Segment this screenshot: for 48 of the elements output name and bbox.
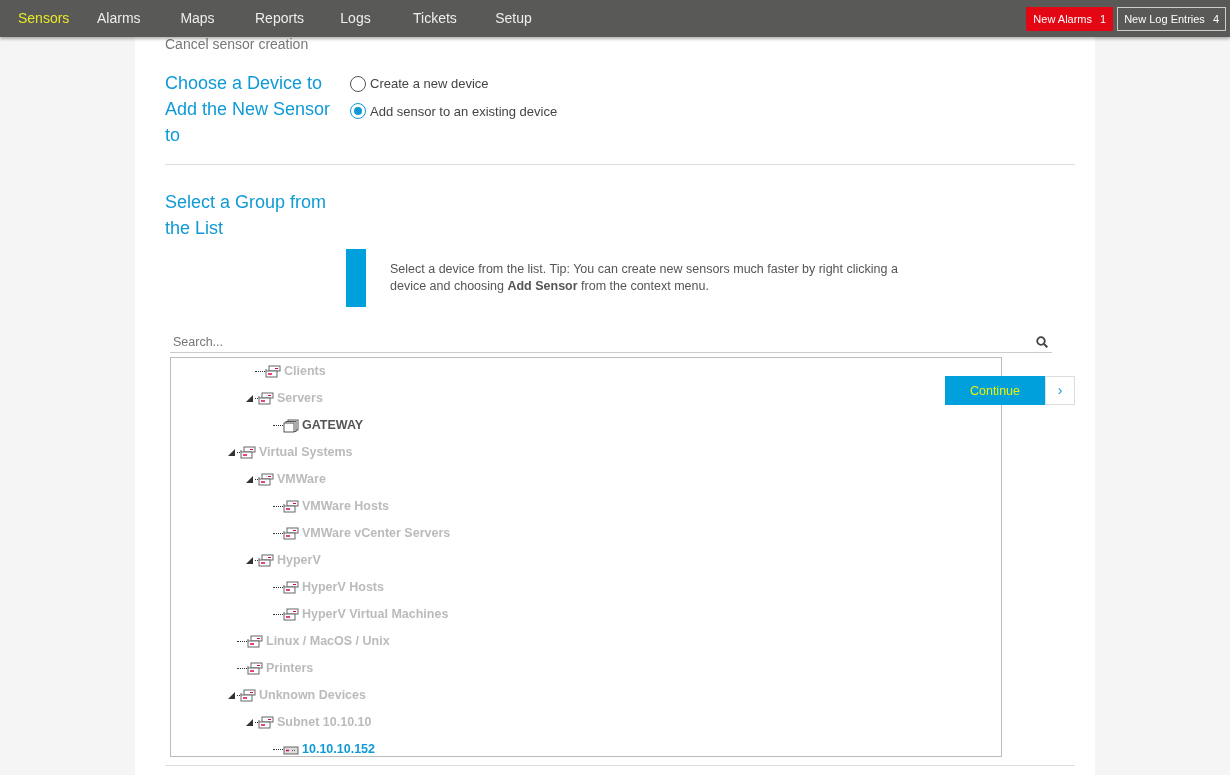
device-group-icon [240, 688, 256, 703]
option-label[interactable]: Create a new device [370, 74, 489, 94]
device-group-icon [240, 445, 256, 460]
tree-item[interactable]: HyperV Hosts [302, 578, 384, 597]
tree-item[interactable]: HyperV Virtual Machines [302, 605, 449, 624]
search-field[interactable]: Search... [170, 331, 1052, 353]
device-group-icon [283, 607, 299, 622]
device-group-icon [258, 391, 274, 406]
nav-tab[interactable]: Alarms [79, 8, 158, 29]
search-icon [1036, 336, 1048, 348]
device-group-icon [247, 661, 263, 676]
tree-item[interactable]: VMWare [277, 470, 326, 489]
tree-item[interactable]: Virtual Systems [259, 443, 353, 462]
tip-marker [346, 249, 366, 307]
nav-tab[interactable]: Logs [316, 8, 395, 29]
tree-item[interactable]: VMWare Hosts [302, 497, 390, 516]
device-group-icon [258, 472, 274, 487]
probe-icon [283, 418, 299, 433]
tree-item[interactable]: HyperV [277, 551, 321, 570]
tree-item[interactable]: GATEWAY [302, 416, 364, 435]
section-heading: Select a Group from the List [165, 191, 328, 240]
device-group-icon [265, 364, 281, 379]
tree-item[interactable]: VMWare vCenter Servers [302, 524, 451, 543]
nav-tab[interactable]: Sensors [0, 8, 79, 29]
device-group-icon [258, 553, 274, 568]
nav-tab[interactable]: Tickets [395, 8, 474, 29]
next-button[interactable]: › [1045, 376, 1075, 405]
new-log-entries-button[interactable]: New Log Entries 4 [1117, 6, 1226, 31]
device-group-icon [283, 526, 299, 541]
option-label[interactable]: Add sensor to an existing device [370, 101, 558, 121]
tree-item[interactable]: Subnet 10.10.10 [277, 713, 372, 732]
tree-item[interactable]: Unknown Devices [259, 686, 366, 705]
device-group-icon [283, 580, 299, 595]
device-group-icon [283, 499, 299, 514]
tree-item[interactable]: Clients [284, 362, 326, 381]
tree-item[interactable]: Linux / MacOS / Unix [266, 632, 390, 651]
device-group-icon [247, 634, 263, 649]
tree-item[interactable]: Printers [266, 659, 314, 678]
tip-text: Select a device from the list. Tip: You can create new sensors much faster by right clicking a device and choosing Add Sensor from the context menu. [390, 261, 899, 295]
nav-tab[interactable]: Reports [237, 8, 316, 29]
section-heading: Choose a Device to Add the New Sensor to [165, 72, 332, 147]
device-group-icon [258, 715, 274, 730]
tree-item[interactable]: 10.10.10.152 [302, 740, 375, 756]
continue-button[interactable]: Continue [945, 376, 1045, 405]
new-alarms-button[interactable]: New Alarms 1 [1026, 6, 1114, 31]
nav-tab[interactable]: Maps [158, 8, 237, 29]
tree-item[interactable]: Servers [277, 389, 323, 408]
nav-tab[interactable]: Setup [474, 8, 553, 29]
